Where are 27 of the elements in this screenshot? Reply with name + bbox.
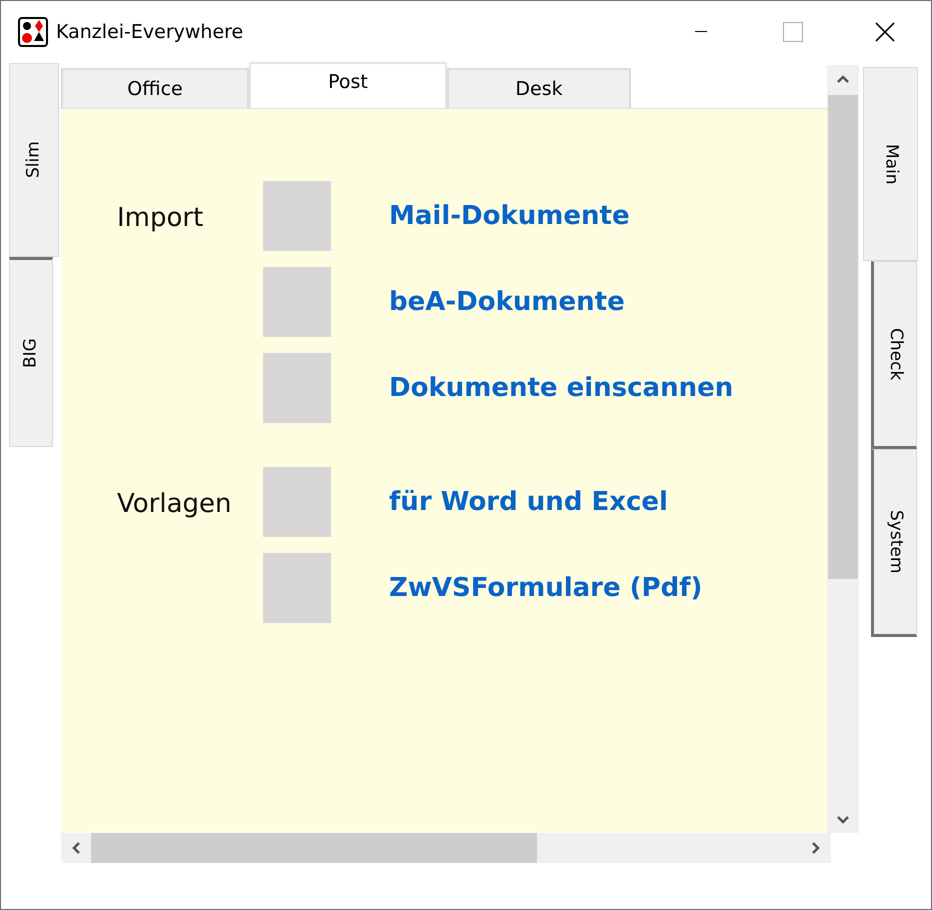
side-tab[interactable]: Check [871, 261, 917, 449]
side-tab[interactable]: Slim [9, 63, 59, 257]
side-tab[interactable]: BIG [9, 257, 53, 447]
icon-placeholder[interactable] [263, 353, 331, 423]
close-icon [875, 22, 895, 42]
icon-placeholder[interactable] [263, 467, 331, 537]
tab[interactable]: Desk [447, 68, 631, 108]
action-link[interactable]: Mail-Dokumente [389, 196, 630, 236]
maximize-icon [783, 22, 803, 42]
vertical-scrollbar[interactable] [827, 65, 859, 833]
tab[interactable]: Post [249, 62, 447, 108]
icon-placeholder[interactable] [263, 553, 331, 623]
side-tab[interactable]: Main [863, 67, 918, 261]
action-link[interactable]: ZwVSFormulare (Pdf) [389, 568, 702, 608]
icon-placeholder[interactable] [263, 181, 331, 251]
action-link[interactable]: für Word und Excel [389, 482, 668, 522]
action-link[interactable]: beA-Dokumente [389, 282, 625, 322]
icon-placeholder[interactable] [263, 267, 331, 337]
card-suits-icon [18, 17, 48, 47]
section-label: Vorlagen [117, 488, 232, 521]
tab[interactable]: Office [61, 68, 249, 108]
section-label: Import [117, 202, 204, 235]
window-title: Kanzlei-Everywhere [56, 20, 244, 45]
minimize-icon [695, 31, 707, 33]
side-tab[interactable]: System [871, 449, 917, 637]
horizontal-scrollbar[interactable] [61, 833, 831, 863]
action-link[interactable]: Dokumente einscannen [389, 368, 734, 408]
